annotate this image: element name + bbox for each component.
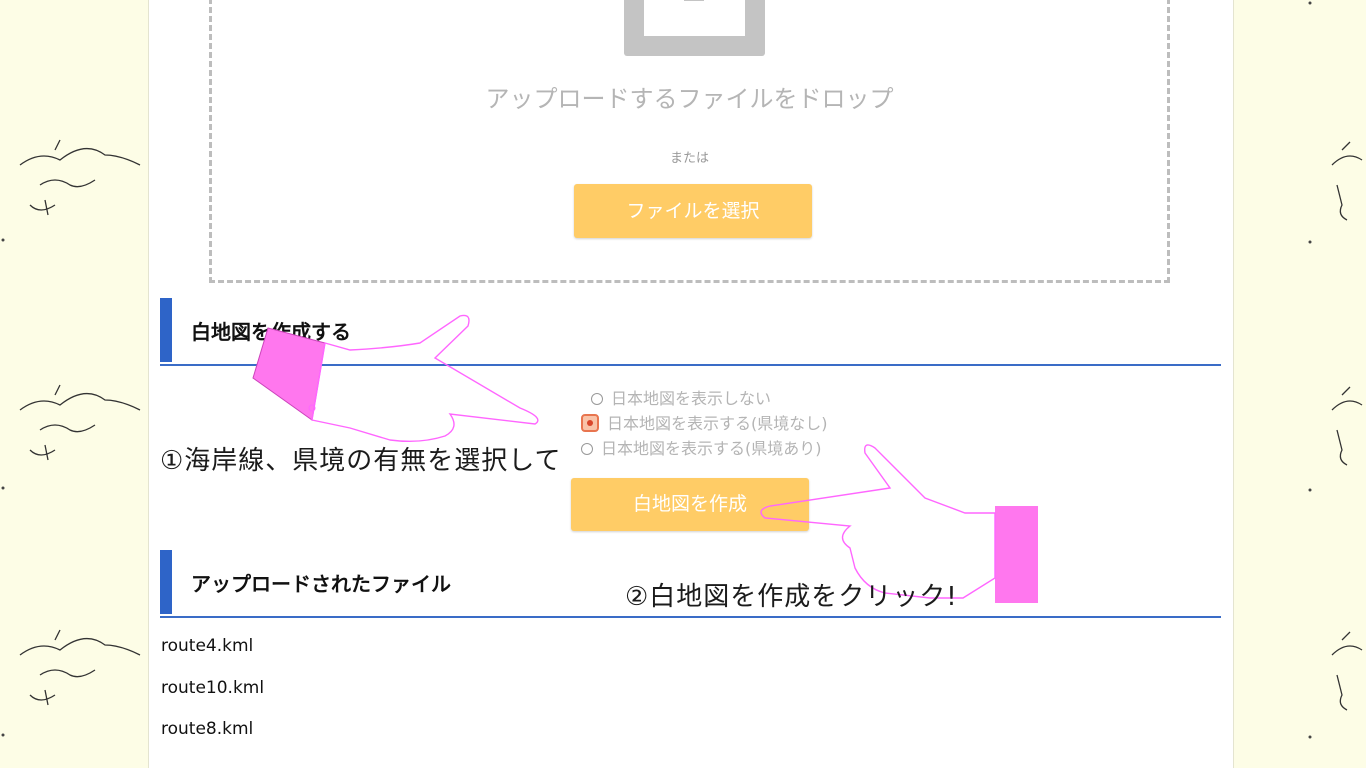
- map-sketch-decoration-right: [1308, 1, 1363, 739]
- radio-option-no-map[interactable]: 日本地図を表示しない: [551, 386, 851, 411]
- pointing-hand-icon: [252, 314, 539, 443]
- radio-label: 日本地図を表示しない: [611, 389, 772, 408]
- section-title: アップロードされたファイル: [191, 572, 451, 596]
- file-dropzone[interactable]: アップロードするファイルをドロップ または ファイルを選択: [209, 0, 1170, 283]
- map-sketch-decoration-left: [1, 139, 141, 737]
- file-list-item[interactable]: route4.kml: [161, 636, 264, 678]
- file-list-item[interactable]: route10.kml: [161, 678, 264, 720]
- drop-instruction: アップロードするファイルをドロップ: [485, 85, 894, 113]
- radio-button[interactable]: [581, 443, 593, 455]
- or-separator: または: [669, 151, 709, 166]
- section-accent-bar: [160, 550, 172, 614]
- uploaded-file-list: route4.kml route10.kml route8.kml: [161, 636, 264, 761]
- radio-button[interactable]: [591, 393, 603, 405]
- instruction-step-2: ②白地図を作成をクリック!: [625, 582, 958, 612]
- upload-icon: [624, 0, 765, 56]
- select-file-button[interactable]: ファイルを選択: [574, 184, 812, 238]
- radio-label: 日本地図を表示する(県境なし): [607, 414, 828, 433]
- radio-option-map-no-borders[interactable]: 日本地図を表示する(県境なし): [551, 411, 851, 436]
- radio-button-selected[interactable]: [581, 414, 599, 432]
- instruction-step-1: ①海岸線、県境の有無を選択して: [160, 446, 562, 476]
- section-accent-bar: [160, 298, 172, 362]
- file-list-item[interactable]: route8.kml: [161, 719, 264, 761]
